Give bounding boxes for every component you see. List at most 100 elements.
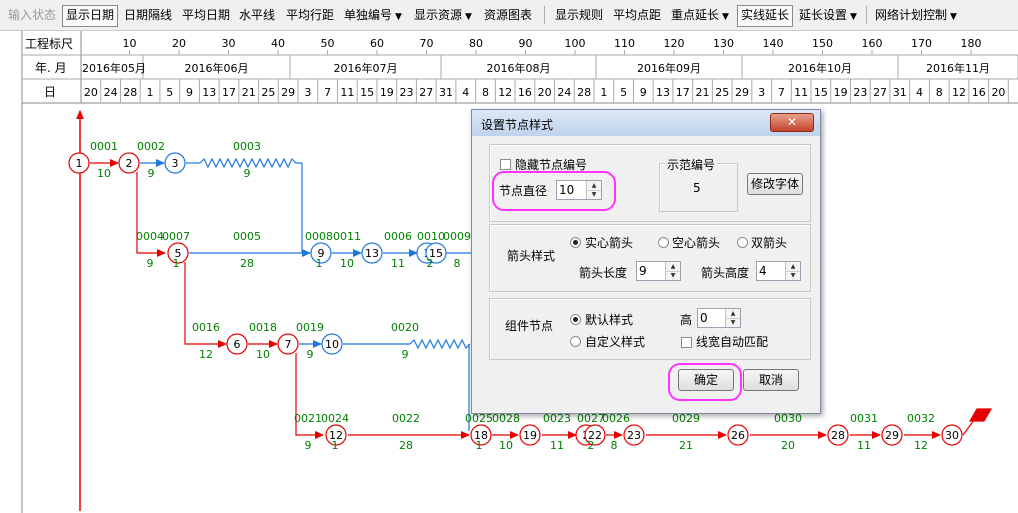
double-arrow-radio[interactable] (737, 237, 748, 248)
activity-code: 0009 (443, 230, 471, 243)
show-rules-button[interactable]: 显示规则 (552, 5, 606, 25)
dialog-titlebar[interactable]: 设置节点样式 ✕ (472, 110, 820, 136)
solid-extension-button[interactable]: 实线延长 (737, 5, 794, 27)
average-node-spacing-button[interactable]: 平均点距 (610, 5, 664, 25)
activity-code: 0019 (296, 321, 324, 334)
scale-tick-label: 40 (271, 37, 285, 50)
day-label: 16 (972, 86, 986, 99)
network-node-label: 29 (885, 429, 899, 442)
horizontal-line-button[interactable]: 水平线 (236, 5, 278, 25)
network-node-label: 13 (365, 247, 379, 260)
activity-code: 0003 (233, 140, 261, 153)
height-input[interactable] (698, 309, 728, 327)
day-label: 27 (419, 86, 433, 99)
day-label: 15 (814, 86, 828, 99)
spin-down-icon[interactable]: ▼ (726, 318, 740, 327)
activity-duration: 10 (340, 257, 354, 270)
spin-down-icon[interactable]: ▼ (587, 190, 601, 199)
activity-duration: 9 (305, 439, 312, 452)
activity-code: 0011 (333, 230, 361, 243)
solid-arrow-radio[interactable] (570, 237, 581, 248)
activity-duration: 10 (97, 167, 111, 180)
scale-row-label: 工程标尺 (25, 36, 73, 51)
scale-tick-label: 30 (222, 37, 236, 50)
day-label: 28 (123, 86, 137, 99)
node-diameter-label: 节点直径 (499, 184, 548, 198)
month-label: 2016年11月 (926, 61, 990, 75)
hollow-arrow-radio[interactable] (658, 237, 669, 248)
day-label: 25 (715, 86, 729, 99)
activity-duration: 9 (244, 167, 251, 180)
average-date-button[interactable]: 平均日期 (179, 5, 233, 25)
extension-settings-dropdown[interactable]: 延长设置 ▼ (796, 5, 860, 25)
activity-code: 0010 (417, 230, 445, 243)
height-spinner[interactable]: ▲▼ (697, 308, 741, 328)
activity-duration: 12 (199, 348, 213, 361)
node-diameter-input[interactable] (557, 181, 589, 199)
day-label: 17 (222, 86, 236, 99)
network-plan-control-dropdown[interactable]: 网络计划控制 ▼ (872, 5, 960, 25)
day-label: 5 (166, 86, 173, 99)
ok-button[interactable]: 确定 (678, 369, 734, 391)
day-label: 20 (538, 86, 552, 99)
input-state-button[interactable]: 输入状态 (5, 5, 59, 25)
activity-duration: 28 (399, 439, 413, 452)
day-label: 24 (104, 86, 118, 99)
network-node-label: 26 (731, 429, 745, 442)
hide-node-number-checkbox[interactable] (500, 159, 511, 170)
activity-duration: 10 (499, 439, 513, 452)
hollow-arrow-label: 空心箭头 (672, 236, 721, 250)
day-label: 4 (916, 86, 923, 99)
activity-code: 0016 (192, 321, 220, 334)
day-label: 23 (400, 86, 414, 99)
show-date-button[interactable]: 显示日期 (62, 5, 119, 27)
average-row-spacing-button[interactable]: 平均行距 (283, 5, 337, 25)
activity-duration: 10 (256, 348, 270, 361)
spinner-buttons: ▲ ▼ (785, 262, 800, 280)
day-label: 21 (242, 86, 256, 99)
node-style-dialog: 设置节点样式 ✕ 隐藏节点编号 示范编号 5 节点直径 ▲▼ 修改字体 箭头样式… (471, 109, 821, 414)
scale-tick-label: 20 (172, 37, 186, 50)
activity-code: 0008 (305, 230, 333, 243)
day-label: 9 (186, 86, 193, 99)
node-diameter-spinner[interactable]: ▲▼ (556, 180, 602, 200)
activity-duration: 28 (240, 257, 254, 270)
date-gridlines-button[interactable]: 日期隔线 (121, 5, 175, 25)
day-label: 20 (84, 86, 98, 99)
arrow-height-input[interactable] (757, 262, 788, 280)
month-label: 2016年09月 (637, 61, 701, 75)
spin-down-icon[interactable]: ▼ (786, 271, 800, 280)
network-node-label: 10 (325, 338, 339, 351)
day-label: 11 (340, 86, 354, 99)
day-label: 29 (281, 86, 295, 99)
scale-tick-label: 160 (862, 37, 883, 50)
sample-number-label: 示范编号 (665, 156, 718, 173)
close-button[interactable]: ✕ (770, 113, 814, 132)
arrow-length-spinner[interactable]: ▲▼ (636, 261, 681, 281)
day-label: 12 (498, 86, 512, 99)
resource-chart-button[interactable]: 资源图表 (481, 5, 535, 25)
day-label: 8 (482, 86, 489, 99)
change-font-button[interactable]: 修改字体 (747, 173, 803, 195)
activity-duration: 1 (476, 439, 483, 452)
auto-match-width-checkbox[interactable] (681, 337, 692, 348)
activity-code: 0004 (136, 230, 164, 243)
arrow-length-input[interactable] (637, 262, 668, 280)
focus-extension-dropdown[interactable]: 重点延长 ▼ (668, 5, 732, 25)
spin-down-icon[interactable]: ▼ (666, 271, 680, 280)
toolbar-separator (866, 6, 867, 24)
day-label: 19 (380, 86, 394, 99)
arrow-height-label: 箭头高度 (701, 266, 750, 280)
default-style-radio[interactable] (570, 314, 581, 325)
activity-duration: 9 (148, 167, 155, 180)
single-number-dropdown[interactable]: 单独编号 ▼ (341, 5, 405, 25)
show-resources-dropdown[interactable]: 显示资源 ▼ (411, 5, 475, 25)
toolbar-separator (544, 6, 545, 24)
cancel-button[interactable]: 取消 (743, 369, 799, 391)
day-label: 13 (656, 86, 670, 99)
custom-style-radio[interactable] (570, 336, 581, 347)
single-number-label: 单独编号 (344, 8, 393, 22)
month-label: 2016年05月 (82, 61, 146, 75)
activity-code: 0021 (294, 412, 322, 425)
arrow-height-spinner[interactable]: ▲▼ (756, 261, 801, 281)
